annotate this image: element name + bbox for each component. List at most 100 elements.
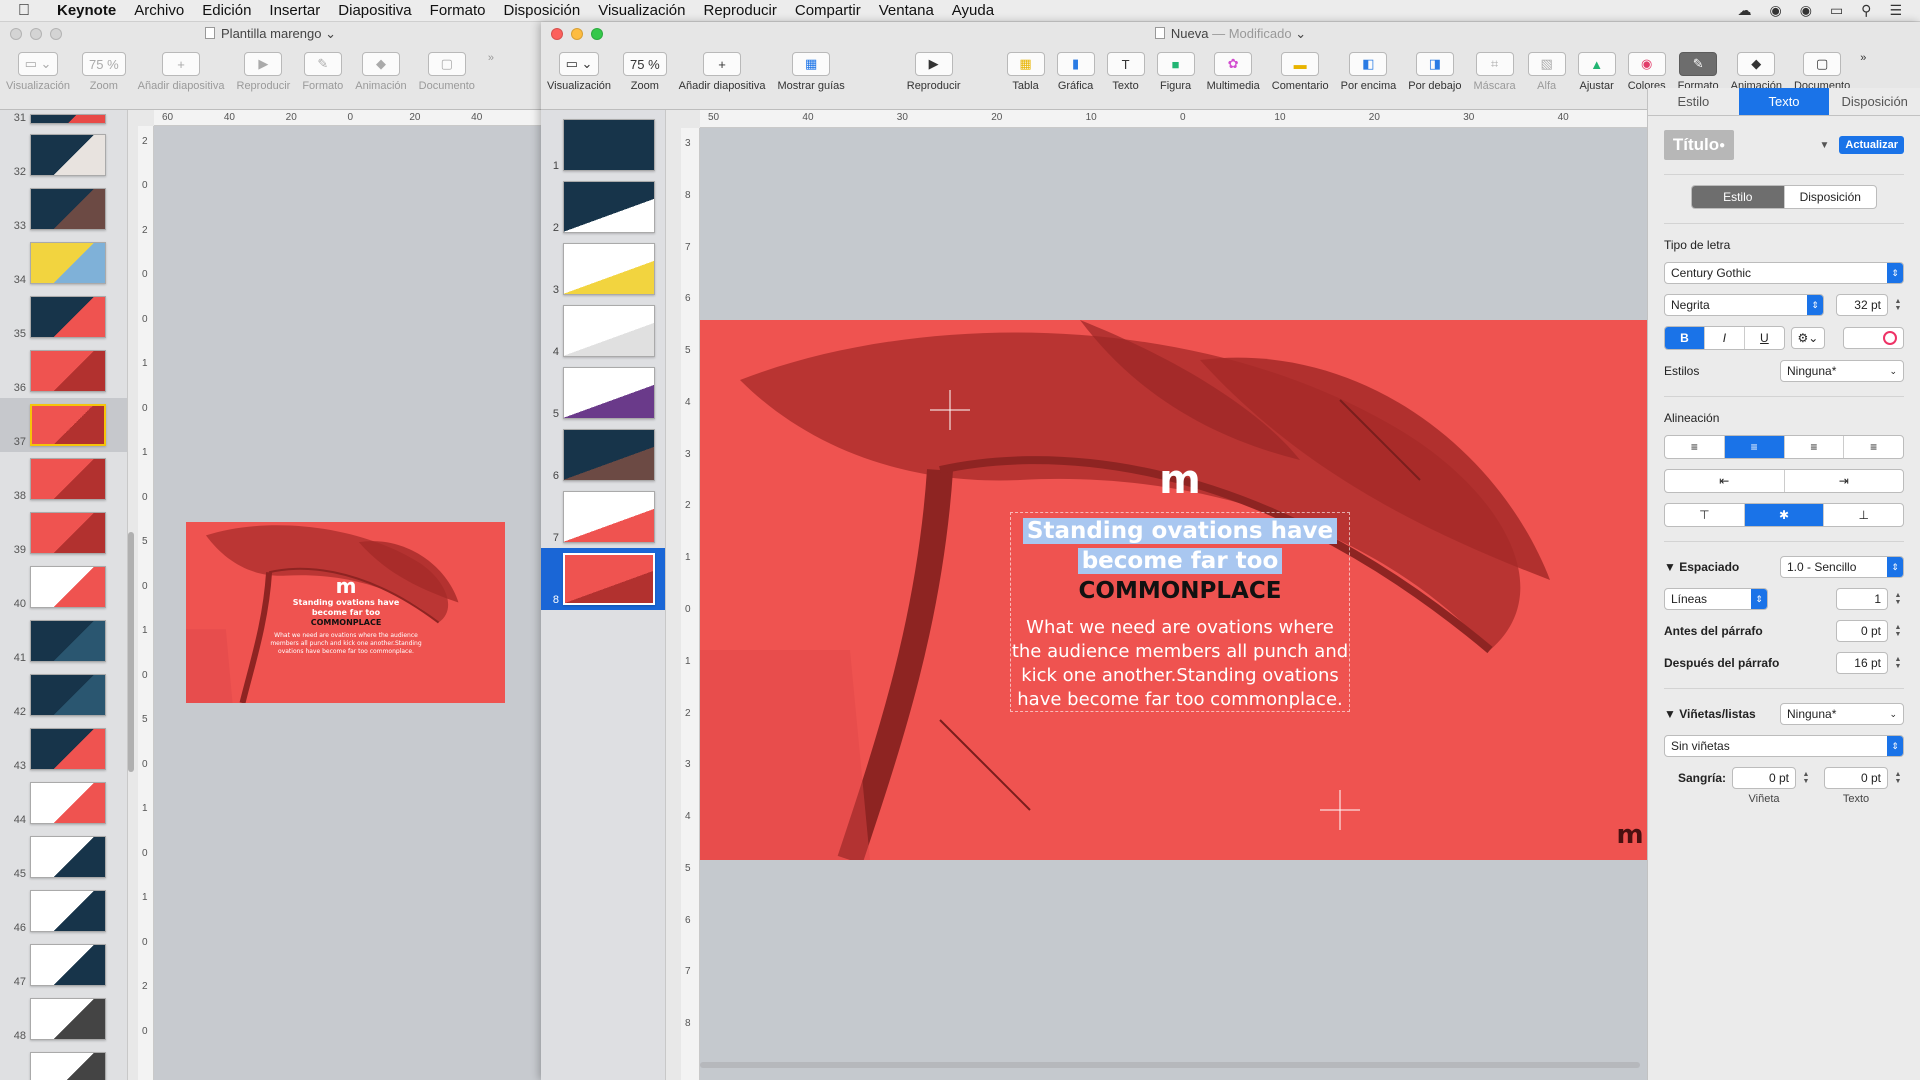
- main-slide-navigator[interactable]: 1 2 3 4 5 6 7 8: [541, 110, 666, 1080]
- tb-formato[interactable]: ✎ Formato: [1672, 52, 1725, 92]
- text-color-well[interactable]: [1842, 327, 1904, 349]
- left-tb-add-slide[interactable]: + Añadir diapositiva: [132, 52, 231, 92]
- before-paragraph-field[interactable]: 0 pt: [1836, 620, 1888, 642]
- after-paragraph-field[interactable]: 16 pt: [1836, 652, 1888, 674]
- menu-formato[interactable]: Formato: [421, 2, 495, 19]
- left-slide-preview[interactable]: m Standing ovations have become far too …: [186, 522, 505, 703]
- slide-title-line1[interactable]: Standing ovations have: [1022, 518, 1338, 544]
- align-bottom-icon[interactable]: ⊥: [1824, 504, 1903, 526]
- tb-tabla[interactable]: ▦ Tabla: [1001, 52, 1051, 92]
- left-slide-thumbnail[interactable]: 32: [0, 128, 127, 182]
- italic-button[interactable]: I: [1705, 327, 1745, 349]
- left-navigator-scrollbar[interactable]: [128, 532, 134, 772]
- left-slide-thumbnail[interactable]: 49: [0, 1046, 127, 1080]
- left-zoom-button[interactable]: [50, 28, 62, 40]
- tb-comentario[interactable]: ▬ Comentario: [1266, 52, 1335, 92]
- left-slide-thumbnail[interactable]: 31: [0, 110, 127, 128]
- tab-texto[interactable]: Texto: [1738, 88, 1830, 115]
- cloud-status-icon[interactable]: ☁: [1738, 2, 1752, 19]
- main-minimize-button[interactable]: [571, 28, 583, 40]
- slide-thumbnail[interactable]: 6: [541, 424, 665, 486]
- slide-title-textbox[interactable]: Standing ovations have become far too CO…: [1010, 516, 1350, 606]
- font-weight-select[interactable]: Negrita ⇕: [1664, 294, 1824, 316]
- left-slide-thumbnail[interactable]: 37: [0, 398, 127, 452]
- left-slide-thumbnail[interactable]: 36: [0, 344, 127, 398]
- line-spacing-mode-select[interactable]: Líneas ⇕: [1664, 588, 1768, 610]
- spacing-select[interactable]: 1.0 - Sencillo ⇕: [1780, 556, 1904, 578]
- tb-play[interactable]: ▶ Reproducir: [901, 52, 967, 92]
- menu-ventana[interactable]: Ventana: [870, 2, 943, 19]
- bullet-indent-field[interactable]: 0 pt: [1732, 767, 1796, 789]
- left-slide-thumbnail[interactable]: 44: [0, 776, 127, 830]
- slide-title-strong[interactable]: COMMONPLACE: [1010, 576, 1350, 606]
- tb-por-debajo[interactable]: ◨ Por debajo: [1402, 52, 1467, 92]
- left-slide-thumbnail[interactable]: 41: [0, 614, 127, 668]
- left-slide-thumbnail[interactable]: 39: [0, 506, 127, 560]
- slide-thumbnail[interactable]: 3: [541, 238, 665, 300]
- bold-button[interactable]: B: [1665, 327, 1705, 349]
- bullets-label[interactable]: ▼ Viñetas/listas: [1664, 707, 1756, 721]
- slide-thumbnail[interactable]: 1: [541, 114, 665, 176]
- update-style-button[interactable]: Actualizar: [1839, 136, 1904, 154]
- left-tb-zoom[interactable]: 75 % Zoom: [76, 52, 132, 92]
- left-tb-documento[interactable]: ▢ Documento: [413, 52, 481, 92]
- text-indent-stepper[interactable]: ▲ ▼: [1892, 767, 1904, 789]
- canvas-horizontal-scrollbar[interactable]: [700, 1062, 1647, 1070]
- menu-archivo[interactable]: Archivo: [125, 2, 193, 19]
- paragraph-style-preview[interactable]: Título ●: [1664, 130, 1734, 160]
- tb-multimedia[interactable]: ✿ Multimedia: [1201, 52, 1266, 92]
- text-indent-field[interactable]: 0 pt: [1824, 767, 1888, 789]
- menu-insertar[interactable]: Insertar: [260, 2, 329, 19]
- left-tb-formato[interactable]: ✎ Formato: [296, 52, 349, 92]
- left-slide-thumbnail[interactable]: 48: [0, 992, 127, 1046]
- before-paragraph-stepper[interactable]: ▲ ▼: [1892, 620, 1904, 642]
- left-slide-navigator[interactable]: 31 32 33 34 35 36 37 38 39 40 41 42 43 44 45 46 47 48 49: [0, 110, 128, 1080]
- underline-button[interactable]: U: [1745, 327, 1784, 349]
- left-tb-more[interactable]: »: [481, 52, 501, 64]
- tb-animacion[interactable]: ◆ Animación: [1725, 52, 1788, 92]
- left-slide-thumbnail[interactable]: 33: [0, 182, 127, 236]
- align-middle-icon[interactable]: ✱: [1744, 504, 1825, 526]
- text-options-gear-icon[interactable]: ⚙⌄: [1790, 327, 1825, 349]
- left-slide-thumbnail[interactable]: 38: [0, 452, 127, 506]
- character-styles-select[interactable]: Ninguna* ⌄: [1780, 360, 1904, 382]
- slide-thumbnail[interactable]: 8: [541, 548, 665, 610]
- bullet-indent-stepper[interactable]: ▲ ▼: [1800, 767, 1812, 789]
- tb-mascara[interactable]: ⌗ Máscara: [1467, 52, 1521, 92]
- subtab-disposicion[interactable]: Disposición: [1785, 186, 1877, 208]
- line-spacing-stepper[interactable]: ▲ ▼: [1892, 588, 1904, 610]
- slide-thumbnail[interactable]: 2: [541, 176, 665, 238]
- slide-thumbnail[interactable]: 5: [541, 362, 665, 424]
- line-spacing-field[interactable]: 1: [1836, 588, 1888, 610]
- slide-title-line2[interactable]: become far too: [1077, 548, 1283, 574]
- spacing-label[interactable]: ▼ Espaciado: [1664, 560, 1739, 574]
- tb-documento[interactable]: ▢ Documento: [1788, 52, 1856, 92]
- align-right-icon[interactable]: ≡: [1785, 436, 1845, 458]
- left-slide-thumbnail[interactable]: 35: [0, 290, 127, 344]
- tb-por-encima[interactable]: ◧ Por encima: [1335, 52, 1403, 92]
- slide-thumbnail[interactable]: 4: [541, 300, 665, 362]
- after-paragraph-stepper[interactable]: ▲ ▼: [1892, 652, 1904, 674]
- align-top-icon[interactable]: ⊤: [1665, 504, 1745, 526]
- tb-alfa[interactable]: ▧ Alfa: [1522, 52, 1572, 92]
- tab-disposicion[interactable]: Disposición: [1829, 88, 1920, 115]
- style-dropdown-icon[interactable]: ▼: [1820, 140, 1830, 151]
- left-slide-thumbnail[interactable]: 43: [0, 722, 127, 776]
- creative-cloud-icon[interactable]: ◉: [1770, 2, 1782, 19]
- notification-center-icon[interactable]: ☰: [1889, 2, 1902, 19]
- subtab-estilo[interactable]: Estilo: [1692, 186, 1785, 208]
- menu-compartir[interactable]: Compartir: [786, 2, 870, 19]
- left-tb-play[interactable]: ▶ Reproducir: [231, 52, 297, 92]
- menu-visualizacion[interactable]: Visualización: [589, 2, 694, 19]
- tab-estilo[interactable]: Estilo: [1648, 88, 1739, 115]
- left-tb-animacion[interactable]: ◆ Animación: [349, 52, 412, 92]
- bullet-type-select[interactable]: Sin viñetas ⇕: [1664, 735, 1904, 757]
- main-zoom-button[interactable]: [591, 28, 603, 40]
- tb-grafica[interactable]: ▮ Gráfica: [1051, 52, 1101, 92]
- menu-reproducir[interactable]: Reproducir: [695, 2, 786, 19]
- slide-body-text[interactable]: What we need are ovations where the audi…: [1010, 616, 1350, 712]
- record-icon[interactable]: ◉: [1800, 2, 1812, 19]
- menu-app[interactable]: Keynote: [48, 2, 125, 19]
- tb-texto[interactable]: T Texto: [1101, 52, 1151, 92]
- left-slide-thumbnail[interactable]: 40: [0, 560, 127, 614]
